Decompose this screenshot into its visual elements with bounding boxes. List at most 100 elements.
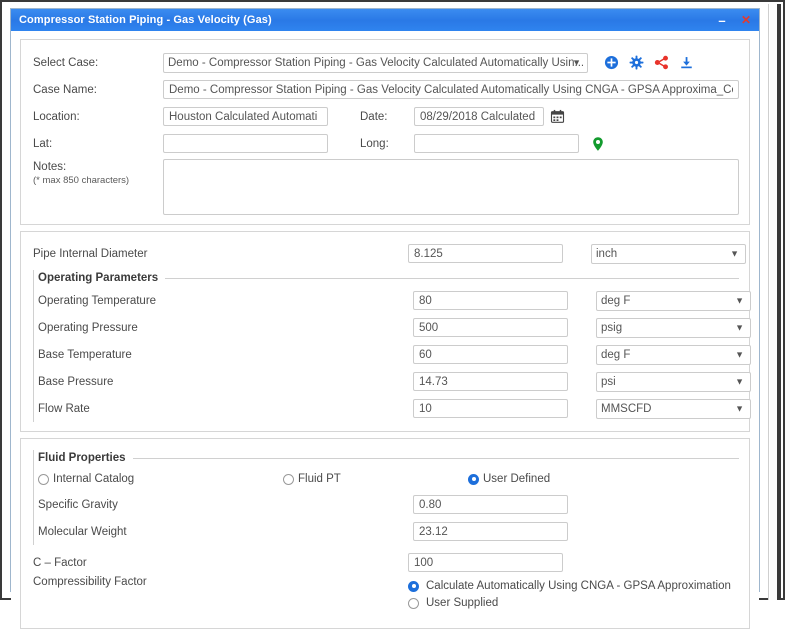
- notes-row: Notes: (* max 850 characters): [33, 159, 739, 215]
- fluid-properties-legend: Fluid Properties: [34, 450, 739, 466]
- minimize-button[interactable]: –: [715, 13, 729, 27]
- molecular-weight-input[interactable]: [413, 522, 568, 541]
- legend-divider: [132, 457, 739, 459]
- notes-sublabel: (* max 850 characters): [33, 175, 130, 186]
- fluid-properties-body: Internal Catalog Fluid PT User Defined S…: [34, 466, 739, 545]
- compressibility-factor-row: Compressibility Factor Calculate Automat…: [33, 576, 739, 620]
- operating-parameters-legend: Operating Parameters: [34, 270, 739, 286]
- select-case-dropdown[interactable]: Demo - Compressor Station Piping - Gas V…: [163, 52, 588, 73]
- case-name-input[interactable]: [163, 80, 739, 99]
- share-icon[interactable]: [652, 54, 670, 72]
- piping-parameters-panel: Pipe Internal Diameter inch ▼: [20, 231, 751, 432]
- operating-parameters-legend-text: Operating Parameters: [34, 272, 166, 284]
- operating-temperature-row: Operating Temperature deg F ▼: [38, 287, 751, 314]
- title-bar[interactable]: Compressor Station Piping - Gas Velocity…: [11, 9, 759, 31]
- date-label: Date:: [360, 110, 388, 123]
- radio-fluid-pt[interactable]: Fluid PT: [283, 473, 468, 485]
- operating-pressure-label: Operating Pressure: [38, 321, 138, 334]
- operating-pressure-unit-dropdown[interactable]: psig: [596, 317, 751, 338]
- pipe-diameter-label: Pipe Internal Diameter: [33, 247, 148, 260]
- calendar-icon[interactable]: [548, 108, 566, 126]
- dialog-window: Compressor Station Piping - Gas Velocity…: [10, 8, 760, 635]
- operating-temperature-unit-cell: deg F ▼: [596, 290, 751, 311]
- lat-input[interactable]: [163, 134, 328, 153]
- map-pin-icon[interactable]: [589, 135, 607, 153]
- c-factor-label: C – Factor: [33, 556, 87, 569]
- location-input[interactable]: [163, 107, 328, 126]
- dialog-body: Select Case: Demo - Compressor Station P…: [11, 31, 759, 635]
- pipe-diameter-unit-dropdown-wrap[interactable]: inch ▼: [591, 243, 746, 264]
- lat-label: Lat:: [33, 137, 53, 150]
- flow-rate-input[interactable]: [413, 399, 568, 418]
- radio-user-defined[interactable]: User Defined: [468, 473, 550, 485]
- radio-calculate-automatically[interactable]: Calculate Automatically Using CNGA - GPS…: [408, 580, 731, 592]
- radio-dot-icon: [408, 597, 419, 609]
- specific-gravity-input[interactable]: [413, 495, 568, 514]
- flow-rate-value-cell: [413, 399, 568, 418]
- operating-pressure-value-cell: [413, 318, 568, 337]
- c-factor-input[interactable]: [408, 553, 563, 572]
- location-date-row: Location: Date:: [33, 103, 739, 130]
- select-case-dropdown-wrap[interactable]: Demo - Compressor Station Piping - Gas V…: [163, 52, 588, 73]
- operating-pressure-unit-cell: psig ▼: [596, 317, 751, 338]
- radio-dot-icon: [408, 580, 419, 592]
- operating-temperature-value-cell: [413, 291, 568, 310]
- base-temperature-unit-dropdown[interactable]: deg F: [596, 344, 751, 365]
- operating-parameters-rows: Operating Temperature deg F ▼: [34, 286, 751, 422]
- window-right-scroll-strip[interactable]: [768, 4, 781, 600]
- base-pressure-value-cell: [413, 372, 568, 391]
- base-pressure-unit-wrap[interactable]: psi ▼: [596, 371, 751, 392]
- notes-label: Notes:: [33, 161, 67, 173]
- molecular-weight-row: Molecular Weight: [38, 518, 739, 545]
- close-button[interactable]: ✕: [739, 13, 753, 27]
- compressibility-radio-group: Calculate Automatically Using CNGA - GPS…: [408, 576, 731, 609]
- fluid-properties-panel: Fluid Properties Internal Catalog Fluid: [20, 438, 750, 629]
- long-label: Long:: [360, 137, 389, 150]
- base-pressure-unit-dropdown[interactable]: psi: [596, 371, 751, 392]
- download-icon[interactable]: [677, 54, 695, 72]
- operating-pressure-unit-wrap[interactable]: psig ▼: [596, 317, 751, 338]
- base-temperature-row: Base Temperature deg F ▼: [38, 341, 751, 368]
- base-temperature-unit-wrap[interactable]: deg F ▼: [596, 344, 751, 365]
- outer-frame-edge: [777, 4, 781, 600]
- flow-rate-unit-cell: MMSCFD ▼: [596, 398, 751, 419]
- radio-fluid-pt-label: Fluid PT: [298, 473, 341, 485]
- location-label: Location:: [33, 110, 80, 123]
- operating-temperature-unit-dropdown[interactable]: deg F: [596, 290, 751, 311]
- fluid-properties-legend-text: Fluid Properties: [34, 452, 133, 464]
- radio-internal-catalog[interactable]: Internal Catalog: [38, 473, 283, 485]
- radio-internal-catalog-label: Internal Catalog: [53, 473, 135, 485]
- date-input[interactable]: [414, 107, 544, 126]
- add-case-icon[interactable]: [602, 54, 620, 72]
- flow-rate-unit-wrap[interactable]: MMSCFD ▼: [596, 398, 751, 419]
- specific-gravity-label: Specific Gravity: [38, 498, 118, 511]
- notes-textarea[interactable]: [163, 159, 739, 215]
- operating-temperature-unit-wrap[interactable]: deg F ▼: [596, 290, 751, 311]
- long-input[interactable]: [414, 134, 579, 153]
- radio-user-defined-label: User Defined: [483, 473, 551, 485]
- case-toolbar: [602, 54, 695, 72]
- case-information-panel: Select Case: Demo - Compressor Station P…: [20, 39, 750, 225]
- settings-gear-icon[interactable]: [627, 54, 645, 72]
- fluid-source-radio-group: Internal Catalog Fluid PT User Defined: [38, 467, 739, 491]
- compressibility-factor-label: Compressibility Factor: [33, 576, 147, 588]
- base-pressure-label: Base Pressure: [38, 375, 114, 388]
- radio-dot-icon: [468, 473, 479, 485]
- base-pressure-input[interactable]: [413, 372, 568, 391]
- legend-divider: [165, 277, 739, 279]
- operating-pressure-input[interactable]: [413, 318, 568, 337]
- molecular-weight-value-cell: [413, 522, 568, 541]
- operating-temperature-input[interactable]: [413, 291, 568, 310]
- pipe-diameter-input[interactable]: [408, 244, 563, 263]
- base-temperature-input[interactable]: [413, 345, 568, 364]
- base-temperature-unit-cell: deg F ▼: [596, 344, 751, 365]
- flow-rate-label: Flow Rate: [38, 402, 90, 415]
- case-name-row: Case Name:: [33, 76, 739, 103]
- radio-user-supplied[interactable]: User Supplied: [408, 597, 731, 609]
- window-title: Compressor Station Piping - Gas Velocity…: [19, 14, 272, 26]
- case-name-label: Case Name:: [33, 83, 97, 96]
- window-controls: – ✕: [715, 13, 753, 27]
- base-temperature-value-cell: [413, 345, 568, 364]
- pipe-diameter-unit-dropdown[interactable]: inch: [591, 243, 746, 264]
- flow-rate-unit-dropdown[interactable]: MMSCFD: [596, 398, 751, 419]
